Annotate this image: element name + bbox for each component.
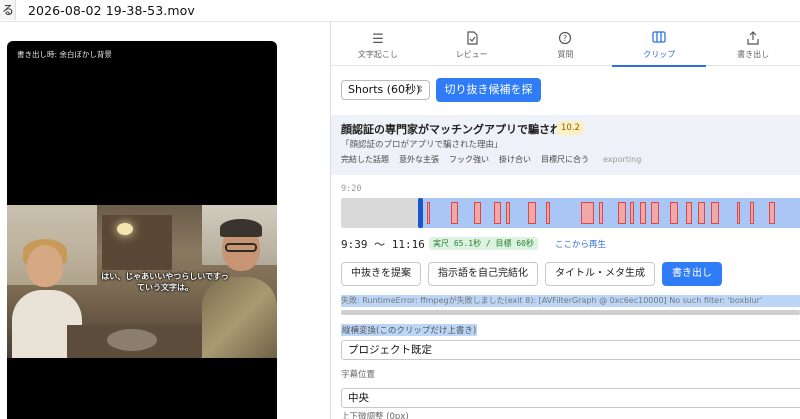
subtitle-caption: はい、じゃあいいやつらしいですっていう文字は。 bbox=[101, 272, 229, 292]
timeline-segment[interactable] bbox=[528, 202, 536, 224]
lines-icon: ☰ bbox=[372, 32, 384, 47]
timeline-segment[interactable] bbox=[427, 202, 430, 224]
tab-bar: ☰ 文字起こし レビュー ? 質問 クリップ 書き出し bbox=[331, 22, 800, 67]
clip-candidate-card[interactable]: 顔認証の専門家がマッチングアプリで騙された話 10.2 「顔認証のプロがアプリで… bbox=[331, 115, 800, 175]
tab-clips[interactable]: クリップ bbox=[612, 22, 706, 67]
timeline-segment[interactable] bbox=[474, 202, 481, 224]
columns-icon bbox=[612, 31, 706, 49]
svg-text:?: ? bbox=[563, 34, 567, 43]
play-from-here-link[interactable]: ここから再生 bbox=[555, 238, 606, 250]
tab-transcript[interactable]: ☰ 文字起こし bbox=[331, 22, 425, 66]
score-badge: 10.2 bbox=[557, 121, 584, 135]
tab-label: 文字起こし bbox=[357, 50, 398, 59]
file-title: 2026-08-02 19-38-53.mov bbox=[28, 3, 195, 18]
tab-questions[interactable]: ? 質問 bbox=[519, 22, 613, 66]
candidate-title: 顔認証の専門家がマッチングアプリで騙された話 bbox=[341, 123, 583, 136]
timeline-segment[interactable] bbox=[630, 202, 634, 224]
top-bar: る 2026-08-02 19-38-53.mov bbox=[0, 0, 800, 22]
tag-list: 完結した話題 意外な主張 フック強い 掛け合い 目標尺に合う exporting bbox=[341, 153, 641, 167]
status-label: exporting bbox=[603, 155, 642, 164]
timeline-segment[interactable] bbox=[769, 202, 775, 224]
timeline-segment[interactable] bbox=[506, 202, 510, 224]
chevron-updown-icon: ⇳ bbox=[416, 85, 424, 95]
timeline-start-time: 9:20 bbox=[341, 184, 362, 194]
upload-icon bbox=[706, 31, 800, 49]
export-mode-label: 書き出し時: 余白ぼかし背景 bbox=[17, 50, 112, 59]
error-message: 失敗: RuntimeError: ffmpegが失敗しました(exit 8):… bbox=[341, 295, 800, 307]
vertical-adjust-label: 上下微調整 (0px) bbox=[341, 412, 409, 419]
conversion-label: 縦横変換(このクリップだけ上書き) bbox=[341, 324, 478, 336]
tab-label: クリップ bbox=[643, 50, 676, 59]
timeline-segment[interactable] bbox=[651, 202, 659, 224]
timeline-segment[interactable] bbox=[737, 202, 740, 224]
timeline-segment[interactable] bbox=[698, 202, 705, 224]
timeline-segment[interactable] bbox=[599, 202, 603, 224]
timeline-segment[interactable] bbox=[581, 202, 594, 224]
horizontal-scrollbar[interactable] bbox=[341, 310, 800, 315]
clip-panel: ☰ 文字起こし レビュー ? 質問 クリップ 書き出し Shorts (60秒)… bbox=[331, 22, 800, 419]
self-contained-button[interactable]: 指示語を自己完結化 bbox=[428, 262, 538, 286]
tag: フック強い bbox=[449, 155, 489, 164]
generate-meta-button[interactable]: タイトル・メタ生成 bbox=[545, 262, 655, 286]
timeline-segment[interactable] bbox=[750, 202, 754, 224]
format-select-value: Shorts (60秒) bbox=[348, 83, 421, 96]
back-button[interactable]: る bbox=[0, 0, 16, 20]
person-right-hair bbox=[220, 219, 262, 237]
timeline-segment[interactable] bbox=[686, 202, 692, 224]
tab-label: 質問 bbox=[557, 50, 574, 59]
person-left-head bbox=[27, 245, 63, 287]
tag: 意外な主張 bbox=[399, 155, 439, 164]
document-check-icon bbox=[425, 31, 519, 49]
clip-timeline[interactable] bbox=[341, 198, 800, 228]
clip-time-range: 9:39 〜 11:16 bbox=[341, 238, 425, 251]
timeline-segment[interactable] bbox=[711, 202, 719, 224]
subtitle-position-select[interactable]: 中央 bbox=[341, 388, 800, 408]
video-preview[interactable]: 書き出し時: 余白ぼかし背景 はい、じゃあいいやつらしいですっていう文字は。 bbox=[7, 41, 277, 419]
background-shelf bbox=[102, 215, 172, 270]
tag: 目標尺に合う bbox=[541, 155, 589, 164]
tab-export[interactable]: 書き出し bbox=[706, 22, 800, 66]
question-bubble-icon: ? bbox=[519, 31, 613, 49]
timeline-segment[interactable] bbox=[451, 202, 458, 224]
clip-controls: Shorts (60秒) ⇳ 切り抜き候補を探す bbox=[341, 78, 541, 120]
timeline-segment[interactable] bbox=[670, 202, 678, 224]
tab-review[interactable]: レビュー bbox=[425, 22, 519, 66]
preview-pane: 書き出し時: 余白ぼかし背景 はい、じゃあいいやつらしいですっていう文字は。 bbox=[0, 22, 330, 419]
background-lamp bbox=[117, 223, 133, 235]
tab-label: レビュー bbox=[455, 50, 488, 59]
subtitle-position-label: 字幕位置 bbox=[341, 370, 376, 380]
timeline-segment[interactable] bbox=[618, 202, 626, 224]
conversion-select[interactable]: プロジェクト既定 bbox=[341, 340, 800, 360]
cat bbox=[107, 329, 157, 351]
tab-label: 書き出し bbox=[737, 50, 770, 59]
find-candidates-button[interactable]: 切り抜き候補を探す bbox=[436, 78, 541, 120]
clip-actions: 中抜きを提案 指示語を自己完結化 タイトル・メタ生成 書き出し bbox=[341, 262, 722, 286]
glasses bbox=[225, 243, 257, 252]
timeline-segment[interactable] bbox=[640, 202, 646, 224]
tag: 掛け合い bbox=[499, 155, 531, 164]
candidate-subtitle: 「顔認証のプロがアプリで騙された理由」 bbox=[341, 140, 503, 150]
timeline-segment[interactable] bbox=[494, 202, 501, 224]
format-select[interactable]: Shorts (60秒) ⇳ bbox=[341, 80, 430, 100]
export-button[interactable]: 書き出し bbox=[662, 262, 722, 286]
duration-badge: 実尺 65.1秒 / 目標 60秒 bbox=[429, 237, 538, 250]
tag: 完結した話題 bbox=[341, 155, 389, 164]
timeline-start-handle[interactable] bbox=[418, 198, 423, 228]
video-frame: はい、じゃあいいやつらしいですっていう文字は。 bbox=[7, 205, 277, 358]
propose-cuts-button[interactable]: 中抜きを提案 bbox=[341, 262, 421, 286]
timeline-segment[interactable] bbox=[546, 202, 550, 224]
